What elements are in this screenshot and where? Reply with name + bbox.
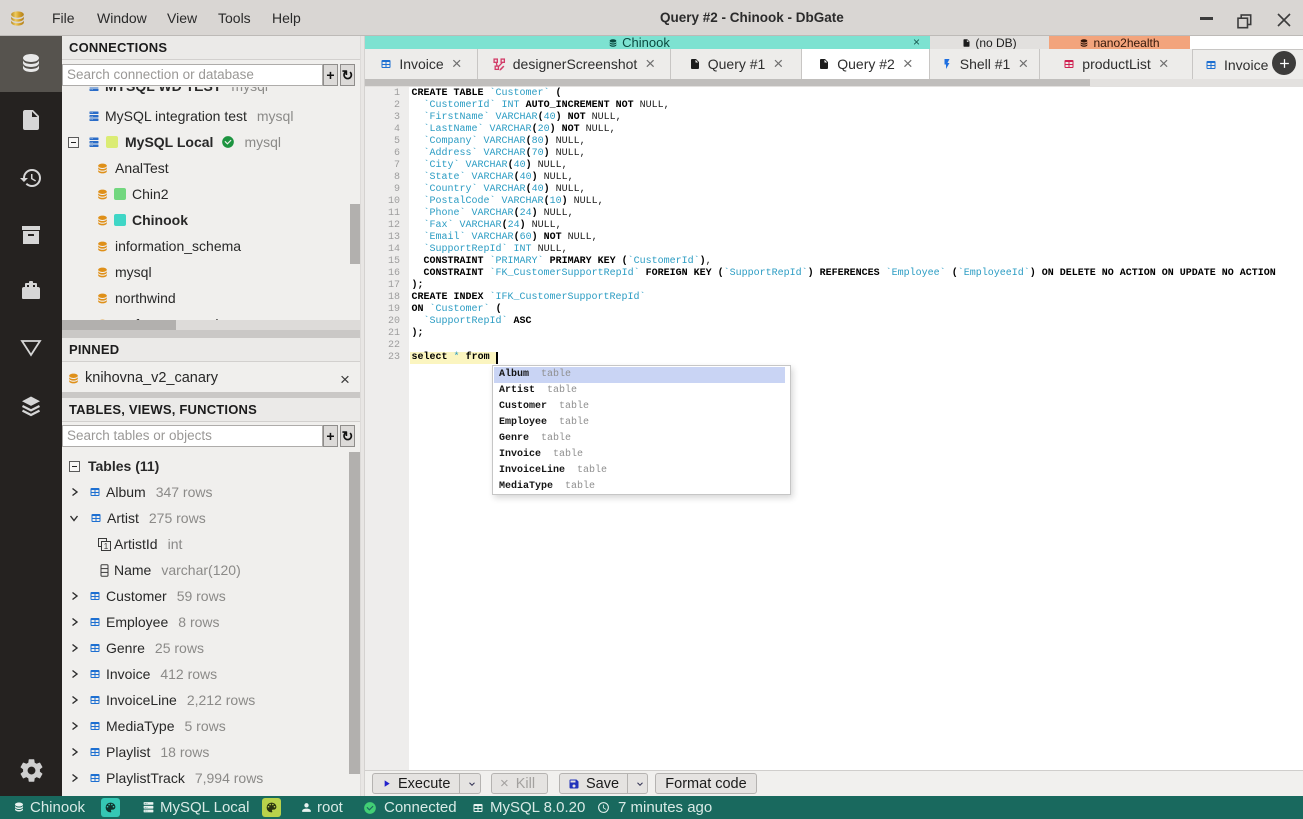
svg-text:1: 1 xyxy=(104,542,109,551)
